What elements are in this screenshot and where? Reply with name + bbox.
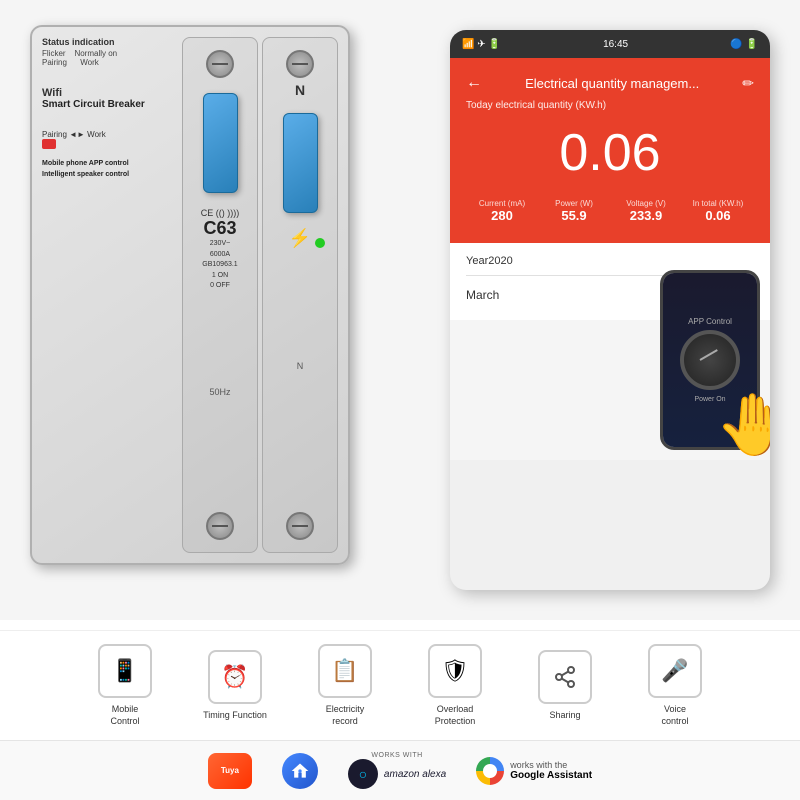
google-inner-dot — [483, 764, 497, 778]
electricity-feature-label: Electricityrecord — [326, 704, 365, 727]
google-dots-icon — [476, 757, 504, 785]
power-stat: Power (W) 55.9 — [538, 199, 610, 223]
status-bar: 📶 ✈ 🔋 16:45 🔵 🔋 — [450, 30, 770, 58]
work-label: Work — [80, 58, 99, 67]
total-label: In total (KW.h) — [682, 199, 754, 208]
frequency-label: 50Hz — [209, 387, 230, 397]
voice-feature-label: Voicecontrol — [661, 704, 688, 727]
handle-right — [283, 113, 318, 213]
c63-label: C63 — [201, 218, 239, 239]
tuya-logo: Tuya — [208, 753, 252, 789]
app-panel: 📶 ✈ 🔋 16:45 🔵 🔋 ← Electrical quantity ma… — [450, 30, 770, 590]
specs-off: 0 OFF — [201, 281, 239, 292]
specs-current: 6000A — [201, 250, 239, 261]
logos-section: Tuya WORKS WITH ○ amazon alexa works wit… — [0, 740, 800, 800]
battery-icons: 🔵 🔋 — [730, 39, 758, 50]
voltage-label: Voltage (V) — [610, 199, 682, 208]
circuit-breaker-image: Status indication Flicker Normally on Pa… — [30, 25, 370, 595]
google-logo-item: works with the Google Assistant — [476, 757, 592, 785]
power-label: Power (W) — [538, 199, 610, 208]
feature-electricity: 📋 Electricityrecord — [305, 644, 385, 727]
red-indicator — [42, 139, 56, 149]
pairing-label: Pairing — [42, 58, 67, 67]
alexa-ring-icon: ○ — [348, 759, 378, 789]
handle-left — [203, 93, 238, 193]
speaker-control-label: Intelligent speaker control — [42, 170, 182, 181]
month-name: March — [466, 288, 499, 302]
breaker-body: Status indication Flicker Normally on Pa… — [30, 25, 350, 565]
flicker-label: Flicker — [42, 49, 66, 58]
alexa-section: WORKS WITH ○ amazon alexa — [348, 752, 446, 789]
stats-row: Current (mA) 280 Power (W) 55.9 Voltage … — [466, 199, 754, 223]
total-stat: In total (KW.h) 0.06 — [682, 199, 754, 223]
main-product-area: Status indication Flicker Normally on Pa… — [0, 0, 800, 620]
app-subtitle: Today electrical quantity (KW.h) — [466, 100, 754, 111]
overload-feature-label: OverloadProtection — [435, 704, 476, 727]
features-section: 📱 MobileControl ⏰ Timing Function 📋 Elec… — [0, 630, 800, 740]
wifi-label: Wifi — [42, 87, 182, 99]
sharing-icon — [538, 650, 592, 704]
n-bottom-label: N — [297, 361, 304, 371]
google-brand-text: Google Assistant — [510, 770, 592, 781]
alexa-brand-text: amazon alexa — [384, 769, 446, 780]
tuya-logo-item: Tuya — [208, 753, 252, 789]
normally-on-label: Normally on — [74, 49, 117, 58]
current-stat: Current (mA) 280 — [466, 199, 538, 223]
app-title: Electrical quantity managem... — [525, 76, 699, 91]
phone-dial — [680, 330, 740, 390]
specs-on: 1 ON — [201, 271, 239, 282]
current-label: Current (mA) — [466, 199, 538, 208]
works-with-alexa: WORKS WITH — [371, 752, 422, 759]
timing-feature-label: Timing Function — [203, 710, 267, 722]
overload-icon: 🛡 — [428, 644, 482, 698]
feature-voice: 🎤 Voicecontrol — [635, 644, 715, 727]
specs-standard: GB10963.1 — [201, 260, 239, 271]
green-indicator — [315, 238, 325, 248]
mobile-control-icon: 📱 — [98, 644, 152, 698]
app-red-section: ← Electrical quantity managem... ✏ Today… — [450, 58, 770, 243]
electricity-icon: 📋 — [318, 644, 372, 698]
specs-voltage: 230V~ — [201, 239, 239, 250]
feature-sharing: Sharing — [525, 650, 605, 722]
feature-overload: 🛡 OverloadProtection — [415, 644, 495, 727]
back-button[interactable]: ← — [466, 74, 482, 92]
bottom-screw-right — [286, 512, 314, 540]
smart-circuit-label: Smart Circuit Breaker — [42, 99, 182, 110]
alexa-logo-item: WORKS WITH ○ amazon alexa — [348, 752, 446, 789]
year-label: Year2020 — [466, 255, 754, 267]
time-display: 16:45 — [603, 39, 628, 50]
pairing-work-label: Pairing ◄► Work — [42, 130, 182, 139]
n-label: N — [295, 82, 305, 98]
phone-app-text: APP Control — [688, 317, 732, 326]
voltage-stat: Voltage (V) 233.9 — [610, 199, 682, 223]
hand-holding-phone: 🤚 — [715, 389, 770, 460]
current-value: 280 — [466, 208, 538, 223]
breaker-right: N ⚡ N — [262, 37, 338, 553]
status-indication-text: Status indication — [42, 37, 182, 47]
edit-button[interactable]: ✏ — [742, 75, 754, 92]
mobile-control-label: Mobile phone APP control — [42, 159, 182, 170]
bottom-screw-left — [206, 512, 234, 540]
google-works-text: works with the — [510, 760, 592, 770]
feature-timing: ⏰ Timing Function — [195, 650, 275, 722]
symbol-area: ⚡ — [289, 228, 311, 249]
mobile-control-feature-label: MobileControl — [110, 704, 139, 727]
ce-marks: CE (() )))) — [201, 208, 239, 218]
top-screw-right — [286, 50, 314, 78]
power-value: 55.9 — [538, 208, 610, 223]
smart-home-logo — [282, 753, 318, 789]
timing-icon: ⏰ — [208, 650, 262, 704]
voltage-value: 233.9 — [610, 208, 682, 223]
app-nav: ← Electrical quantity managem... ✏ — [466, 74, 754, 92]
feature-mobile-control: 📱 MobileControl — [85, 644, 165, 727]
main-kwh-value: 0.06 — [466, 115, 754, 191]
breaker-left: CE (() )))) C63 230V~ 6000A GB10963.1 1 … — [182, 37, 258, 553]
voice-icon: 🎤 — [648, 644, 702, 698]
total-value: 0.06 — [682, 208, 754, 223]
signal-icons: 📶 ✈ 🔋 — [462, 39, 501, 50]
top-screw-left — [206, 50, 234, 78]
smart-home-logo-item — [282, 753, 318, 789]
sharing-feature-label: Sharing — [549, 710, 580, 722]
